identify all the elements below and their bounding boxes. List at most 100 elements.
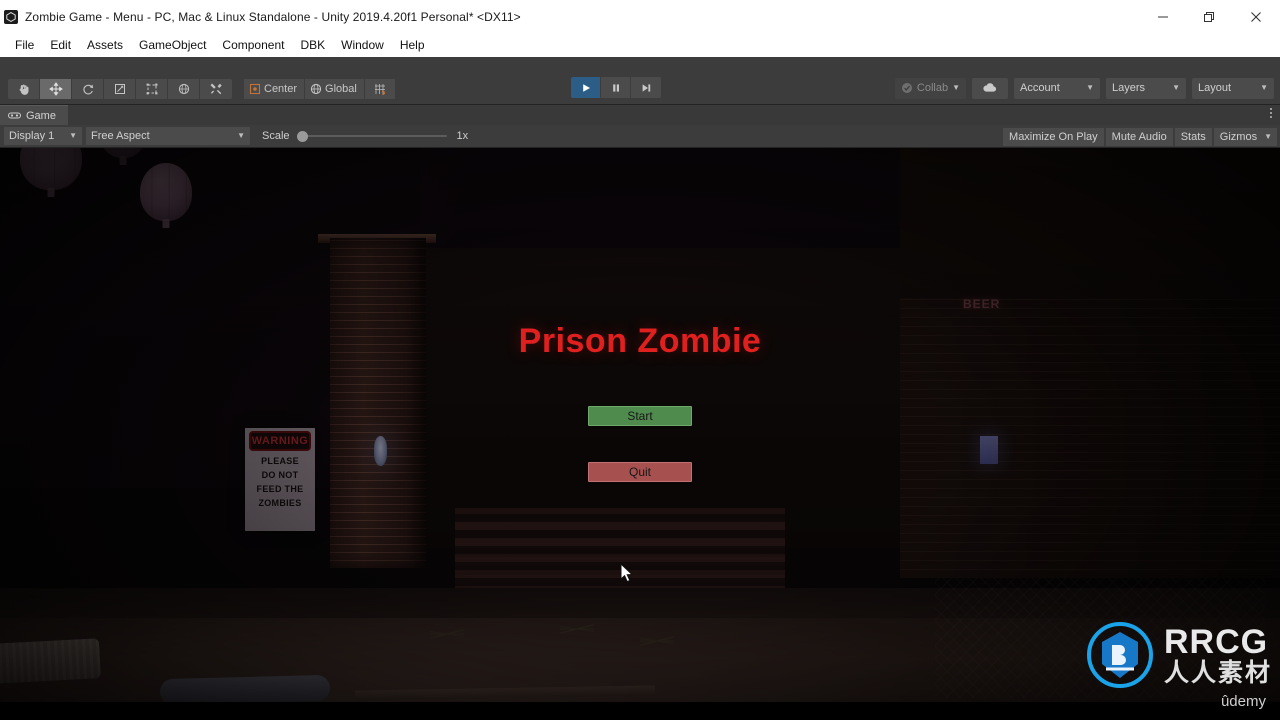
grass-tuft — [640, 630, 674, 652]
warning-sign-body: PLEASE DO NOT FEED THE ZOMBIES — [245, 454, 315, 510]
game-viewport[interactable]: WARNING PLEASE DO NOT FEED THE ZOMBIES B… — [0, 148, 1280, 720]
layout-label: Layout — [1198, 82, 1232, 94]
menu-item-dbk[interactable]: DBK — [292, 36, 333, 54]
move-icon[interactable] — [40, 79, 72, 99]
watermark-brand: RRCG — [1163, 622, 1269, 661]
chevron-down-icon: ▼ — [952, 83, 960, 92]
aspect-dropdown[interactable]: Free Aspect ▼ — [86, 127, 250, 145]
warning-line-1: PLEASE — [261, 456, 299, 466]
quit-button-label: Quit — [628, 465, 651, 479]
window-title: Zombie Game - Menu - PC, Mac & Linux Sta… — [25, 9, 521, 24]
menu-item-component[interactable]: Component — [214, 36, 292, 54]
gizmos-label: Gizmos — [1219, 130, 1258, 143]
menu-item-assets[interactable]: Assets — [79, 36, 131, 54]
window-controls — [1140, 0, 1280, 33]
rect-icon[interactable] — [136, 79, 168, 99]
quit-button[interactable]: Quit — [588, 462, 692, 482]
collab-label: Collab — [916, 82, 949, 94]
start-button-label: Start — [627, 409, 653, 423]
transform-tools-group — [8, 79, 232, 99]
brick-pillar — [330, 238, 426, 568]
fallen-barrel — [0, 638, 101, 684]
scale-icon[interactable] — [104, 79, 136, 99]
wall-lamp — [374, 436, 387, 466]
watermark: RRCG 人人素材 ûdemy — [1084, 619, 1272, 710]
hand-icon[interactable] — [8, 79, 40, 99]
minimize-icon[interactable] — [1140, 0, 1186, 33]
panel-options-icon[interactable] — [1270, 108, 1272, 118]
rrcg-logo-icon — [1086, 622, 1153, 688]
warning-sign-header: WARNING — [249, 431, 311, 451]
balloon — [140, 163, 192, 221]
check-circle-icon — [901, 83, 912, 93]
warning-sign: WARNING PLEASE DO NOT FEED THE ZOMBIES — [245, 428, 315, 531]
aspect-label: Free Aspect — [91, 130, 150, 142]
rotate-icon[interactable] — [72, 79, 104, 99]
game-title: Prison Zombie — [518, 322, 762, 360]
scale-slider-knob[interactable] — [296, 131, 308, 142]
watermark-brand-cn: 人人素材 — [1163, 658, 1272, 687]
tab-game[interactable]: Game — [0, 105, 68, 125]
menu-item-help[interactable]: Help — [392, 36, 433, 54]
pivot-mode-button[interactable]: Center — [244, 79, 306, 99]
body-bag — [159, 674, 331, 706]
display-label: Display 1 — [9, 130, 55, 142]
game-view-toolbar: Display 1 ▼ Free Aspect ▼ Scale 1x Maxim… — [0, 125, 1280, 148]
account-label: Account — [1020, 82, 1060, 94]
layout-dropdown[interactable]: Layout ▼ — [1192, 77, 1274, 99]
beer-neon-sign: BEER — [963, 298, 999, 311]
lit-window — [980, 436, 998, 464]
chevron-down-icon: ▼ — [1264, 131, 1272, 141]
mute-audio-toggle[interactable]: Mute Audio — [1105, 127, 1173, 146]
center-icon — [249, 83, 261, 95]
chevron-down-icon: ▼ — [1172, 83, 1180, 92]
play-icon[interactable] — [571, 77, 601, 98]
restore-icon[interactable] — [1186, 0, 1232, 33]
scale-value: 1x — [456, 130, 469, 142]
chevron-down-icon: ▼ — [69, 131, 77, 140]
menu-item-window[interactable]: Window — [333, 36, 392, 54]
warning-line-4: ZOMBIES — [258, 498, 302, 508]
transform-icon[interactable] — [168, 79, 200, 99]
chevron-down-icon: ▼ — [237, 131, 245, 140]
grid-snap-icon[interactable] — [364, 79, 395, 99]
chevron-down-icon: ▼ — [1086, 83, 1094, 92]
playback-controls — [571, 77, 661, 98]
account-dropdown[interactable]: Account ▼ — [1014, 77, 1100, 99]
close-icon[interactable] — [1232, 0, 1280, 33]
watermark-source: ûdemy — [1220, 693, 1266, 710]
menu-item-edit[interactable]: Edit — [42, 36, 79, 54]
cloud-icon[interactable] — [972, 77, 1008, 99]
collab-button[interactable]: Collab ▼ — [894, 77, 966, 99]
scale-slider-track — [296, 135, 447, 137]
menu-item-gameobject[interactable]: GameObject — [131, 36, 214, 54]
grass-tuft — [430, 623, 464, 645]
panel-tab-strip: Game — [0, 105, 1280, 125]
start-button[interactable]: Start — [588, 406, 692, 426]
tab-game-label: Game — [26, 109, 56, 122]
building-middle — [420, 248, 920, 548]
chevron-down-icon: ▼ — [1260, 83, 1268, 92]
menu-item-file[interactable]: File — [7, 36, 42, 54]
game-toolbar-right: Maximize On Play Mute Audio Stats Gizmos… — [1003, 127, 1277, 146]
wrench-icon[interactable] — [200, 79, 232, 99]
step-icon[interactable] — [631, 77, 661, 98]
gizmos-dropdown[interactable]: Gizmos ▼ — [1213, 127, 1277, 146]
mouse-pointer-icon — [620, 562, 635, 585]
pivot-rotation-label: Global — [325, 83, 357, 95]
display-dropdown[interactable]: Display 1 ▼ — [4, 127, 82, 145]
unity-toolbar: Center Global Collab ▼ Account ▼ Layers … — [0, 57, 1280, 105]
warning-line-3: FEED THE — [256, 484, 304, 494]
maximize-on-play-toggle[interactable]: Maximize On Play — [1003, 127, 1104, 146]
stats-toggle[interactable]: Stats — [1174, 127, 1212, 146]
warning-line-2: DO NOT — [261, 470, 299, 480]
pause-icon[interactable] — [601, 77, 631, 98]
grass-tuft — [560, 618, 594, 640]
scale-slider[interactable] — [296, 127, 447, 145]
title-bar: Zombie Game - Menu - PC, Mac & Linux Sta… — [0, 0, 1280, 33]
scale-label: Scale — [262, 130, 290, 142]
unity-editor-window: Zombie Game - Menu - PC, Mac & Linux Sta… — [0, 0, 1280, 720]
menu-bar: File Edit Assets GameObject Component DB… — [0, 33, 1280, 57]
pivot-rotation-button[interactable]: Global — [305, 79, 365, 99]
layers-dropdown[interactable]: Layers ▼ — [1106, 77, 1186, 99]
